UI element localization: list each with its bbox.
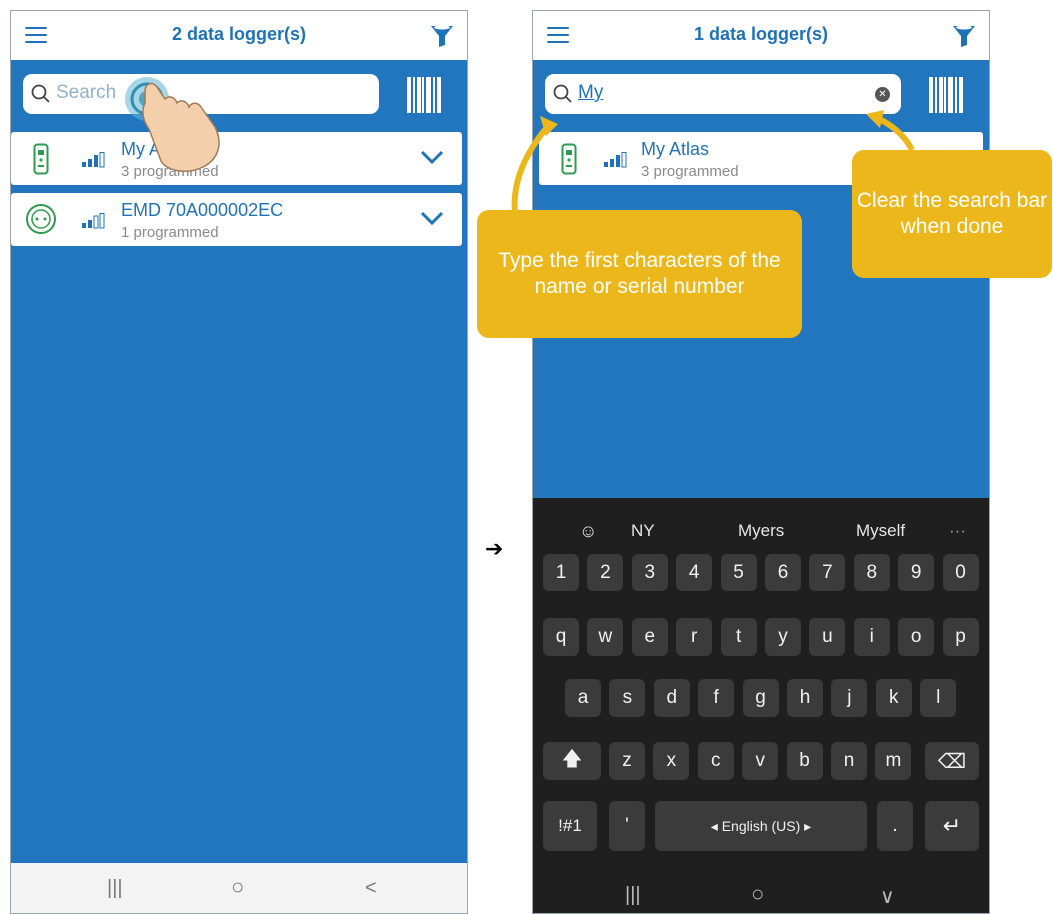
logger-name: EMD 70A000002EC xyxy=(121,200,284,220)
key-m[interactable]: m xyxy=(875,742,912,780)
phone-screen-before-search: 2 data logger(s) Search My A 3 programme… xyxy=(10,10,468,914)
more-suggestions-icon[interactable]: ··· xyxy=(949,521,966,541)
search-placeholder: Search xyxy=(56,82,117,103)
suggestion-3[interactable]: Myself xyxy=(856,521,905,541)
emoji-toggle-icon[interactable]: ☺ xyxy=(579,521,597,542)
page-title: 1 data logger(s) xyxy=(693,24,829,44)
key-o[interactable]: o xyxy=(898,618,935,656)
key-z[interactable]: z xyxy=(609,742,645,780)
on-screen-keyboard: ☺ NY Myers Myself ··· 1234567890 qwertyui… xyxy=(533,498,989,913)
key-6[interactable]: 6 xyxy=(765,554,801,591)
logger-name: My A xyxy=(121,139,162,159)
key-e[interactable]: e xyxy=(631,618,668,656)
hide-keyboard-button[interactable]: ∨ xyxy=(880,884,895,909)
key-0[interactable]: 0 xyxy=(942,554,979,591)
key-u[interactable]: u xyxy=(809,618,846,656)
home-button[interactable]: ○ xyxy=(751,881,764,907)
atlas-device-icon xyxy=(33,143,49,175)
clear-hint-callout: Clear the search bar when done xyxy=(852,150,1052,278)
key-j[interactable]: j xyxy=(831,679,868,717)
app-header: 1 data logger(s) xyxy=(533,11,989,60)
key-a[interactable]: a xyxy=(565,679,601,717)
filter-icon[interactable] xyxy=(429,23,455,49)
key-8[interactable]: 8 xyxy=(853,554,890,591)
key-s[interactable]: s xyxy=(609,679,646,717)
key-b[interactable]: b xyxy=(786,742,823,780)
logger-row-my-atlas[interactable]: My A 3 programmed xyxy=(11,132,462,185)
signal-strength-icon xyxy=(82,152,105,168)
key-f[interactable]: f xyxy=(698,679,735,717)
app-header: 2 data logger(s) xyxy=(11,11,467,60)
key-w[interactable]: w xyxy=(587,618,624,656)
logger-status: 3 programmed xyxy=(121,163,219,180)
key-4[interactable]: 4 xyxy=(676,554,713,591)
key-d[interactable]: d xyxy=(653,679,690,717)
key-g[interactable]: g xyxy=(742,679,779,717)
search-icon xyxy=(553,84,572,103)
signal-strength-icon xyxy=(604,152,627,168)
emd-device-icon xyxy=(26,204,56,234)
enter-key-icon[interactable]: ↵ xyxy=(925,801,979,851)
back-button[interactable]: < xyxy=(365,877,377,900)
barcode-scan-icon[interactable] xyxy=(407,77,441,113)
key-n[interactable]: n xyxy=(831,742,867,780)
transition-arrow-icon: ➔ xyxy=(485,536,504,561)
key-p[interactable]: p xyxy=(942,618,979,656)
key-c[interactable]: c xyxy=(697,742,734,780)
key-5[interactable]: 5 xyxy=(720,554,757,591)
key-i[interactable]: i xyxy=(853,618,890,656)
recent-apps-button[interactable]: ||| xyxy=(107,877,123,900)
key-h[interactable]: h xyxy=(787,679,823,717)
home-button[interactable]: ○ xyxy=(231,874,244,900)
key-2[interactable]: 2 xyxy=(587,554,624,591)
logger-status: 1 programmed xyxy=(121,224,219,241)
signal-strength-icon xyxy=(82,213,105,229)
apostrophe-key[interactable]: ' xyxy=(609,801,645,851)
barcode-scan-icon[interactable] xyxy=(929,77,963,113)
key-q[interactable]: q xyxy=(543,618,579,656)
period-key[interactable]: . xyxy=(877,801,913,851)
suggestion-1[interactable]: NY xyxy=(631,521,655,541)
android-nav-bar: ||| ○ < xyxy=(11,863,467,913)
key-k[interactable]: k xyxy=(875,679,912,717)
logger-name: My Atlas xyxy=(641,139,710,159)
type-hint-callout: Type the first characters of the name or… xyxy=(477,210,802,338)
key-3[interactable]: 3 xyxy=(631,554,668,591)
logger-status: 3 programmed xyxy=(641,163,739,180)
search-input[interactable]: My ✕ xyxy=(545,74,901,114)
chevron-down-icon[interactable] xyxy=(420,210,444,226)
recent-apps-button[interactable]: ||| xyxy=(625,884,641,907)
search-input[interactable]: Search xyxy=(23,74,379,114)
search-icon xyxy=(31,84,50,103)
key-y[interactable]: y xyxy=(765,618,801,656)
filter-icon[interactable] xyxy=(951,23,977,49)
key-r[interactable]: r xyxy=(676,618,713,656)
atlas-device-icon xyxy=(561,143,577,175)
chevron-down-icon[interactable] xyxy=(420,149,444,165)
key-9[interactable]: 9 xyxy=(898,554,935,591)
logger-row-emd[interactable]: EMD 70A000002EC 1 programmed xyxy=(11,193,462,246)
search-value: My xyxy=(578,82,604,103)
clear-search-icon[interactable]: ✕ xyxy=(875,87,890,102)
phone-screen-after-search: 1 data logger(s) My ✕ My Atlas 3 program… xyxy=(532,10,990,914)
key-t[interactable]: t xyxy=(720,618,757,656)
shift-key-icon[interactable]: 🡅 xyxy=(543,742,601,780)
space-bar-key[interactable]: ◂ English (US) ▸ xyxy=(655,801,867,851)
key-7[interactable]: 7 xyxy=(809,554,846,591)
page-title: 2 data logger(s) xyxy=(171,24,307,44)
backspace-key-icon[interactable]: ⌫ xyxy=(925,742,979,780)
key-v[interactable]: v xyxy=(742,742,779,780)
suggestion-2[interactable]: Myers xyxy=(738,521,784,541)
key-x[interactable]: x xyxy=(653,742,690,780)
key-l[interactable]: l xyxy=(920,679,957,717)
symbols-key[interactable]: !#1 xyxy=(543,801,597,851)
key-1[interactable]: 1 xyxy=(543,554,579,591)
